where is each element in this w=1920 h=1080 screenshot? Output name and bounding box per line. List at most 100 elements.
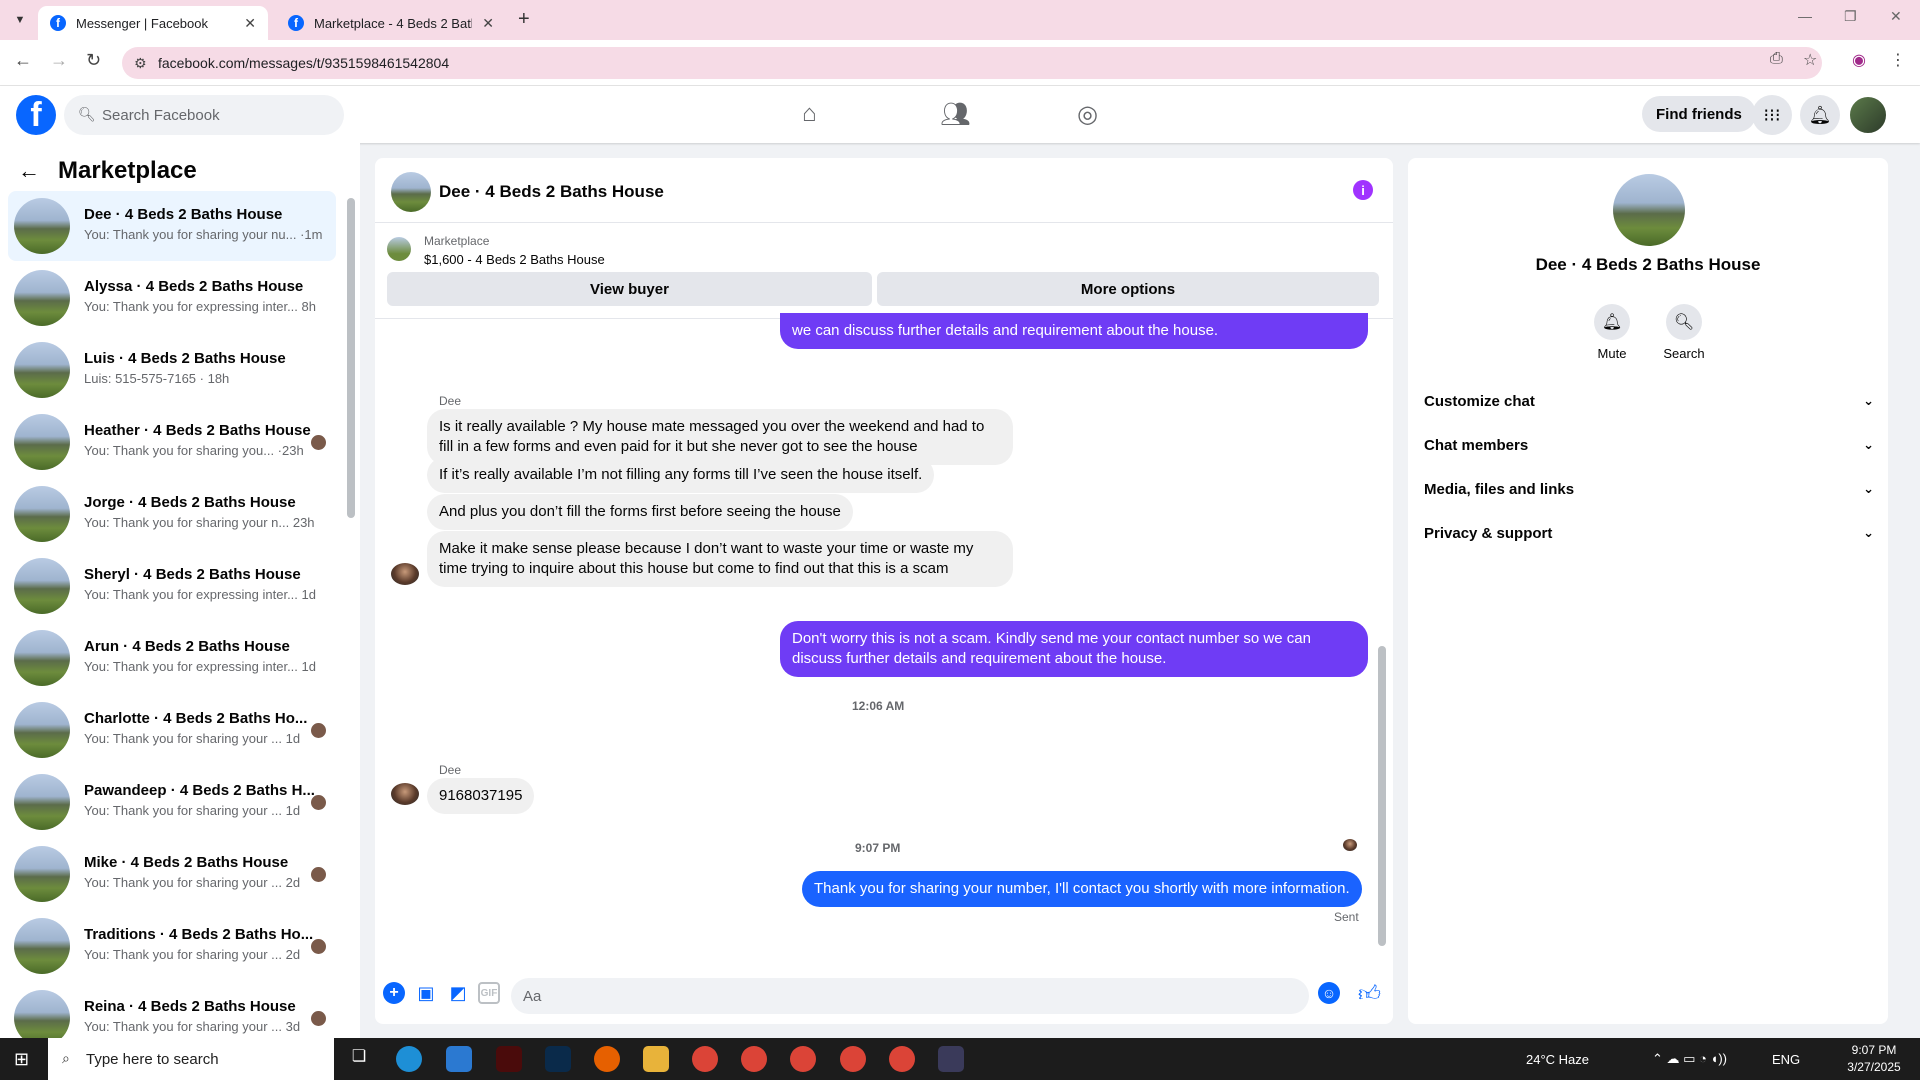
gif-icon[interactable]: GIF xyxy=(478,982,500,1004)
conversation-snippet: You: Thank you for sharing your n... 23h xyxy=(84,515,315,530)
notifications-bell-icon[interactable]: 🔔︎ xyxy=(1800,95,1840,135)
message-input[interactable]: Aa xyxy=(511,978,1309,1014)
site-settings-icon[interactable]: ⚙ xyxy=(134,55,147,72)
emoji-icon[interactable]: ☺ xyxy=(1318,982,1340,1004)
task-view-icon[interactable]: ❏ xyxy=(346,1046,372,1072)
add-attachment-icon[interactable]: + xyxy=(383,982,405,1004)
chrome-icon[interactable] xyxy=(840,1046,866,1072)
conversation-item[interactable]: Pawandeep · 4 Beds 2 Baths H... You: Than… xyxy=(8,767,336,837)
conversation-item[interactable]: Alyssa · 4 Beds 2 Baths House You: Thank … xyxy=(8,263,336,333)
search-conversation-button[interactable]: 🔍︎ Search xyxy=(1654,304,1714,361)
conversation-name: Luis · 4 Beds 2 Baths House xyxy=(84,350,286,367)
listing-avatar xyxy=(14,918,70,974)
home-icon[interactable]: ⌂ xyxy=(802,100,817,128)
menu-grid-icon[interactable]: ⁝⁝⁝ xyxy=(1752,95,1792,135)
conversation-item[interactable]: Heather · 4 Beds 2 Baths House You: Thank… xyxy=(8,407,336,477)
chrome-icon[interactable] xyxy=(692,1046,718,1072)
sender-avatar[interactable] xyxy=(391,783,419,805)
chrome-icon[interactable] xyxy=(889,1046,915,1072)
conversation-item[interactable]: Mike · 4 Beds 2 Baths House You: Thank yo… xyxy=(8,839,336,909)
restore-icon[interactable]: ❐ xyxy=(1844,8,1857,25)
conversation-item[interactable]: Dee · 4 Beds 2 Baths House You: Thank you… xyxy=(8,191,336,261)
new-tab-button[interactable]: + xyxy=(518,8,530,31)
more-options-button[interactable]: More options xyxy=(877,272,1379,306)
install-app-icon[interactable]: ⎙ xyxy=(1770,50,1783,68)
taskbar-search-input[interactable]: ⌕ Type here to search xyxy=(48,1038,334,1080)
minimize-icon[interactable]: — xyxy=(1798,8,1812,24)
tab-search-dropdown-icon[interactable]: ▼ xyxy=(8,8,32,32)
chrome-icon[interactable] xyxy=(790,1046,816,1072)
groups-icon[interactable]: ◎ xyxy=(1077,100,1098,129)
chevron-down-icon: ⌄ xyxy=(1863,525,1874,540)
profile-icon[interactable]: ◉ xyxy=(1852,50,1866,70)
window-close-icon[interactable]: ✕ xyxy=(1890,8,1902,25)
close-tab-icon[interactable]: ✕ xyxy=(482,15,494,32)
search-facebook-input[interactable]: 🔍︎ Search Facebook xyxy=(64,95,344,135)
active-app-icon[interactable] xyxy=(938,1046,964,1072)
view-buyer-button[interactable]: View buyer xyxy=(387,272,872,306)
conversation-item[interactable]: Sheryl · 4 Beds 2 Baths House You: Thank … xyxy=(8,551,336,621)
conversation-name: Charlotte · 4 Beds 2 Baths Ho... xyxy=(84,710,308,727)
facebook-logo-icon[interactable]: f xyxy=(16,95,56,135)
sender-avatar[interactable] xyxy=(391,563,419,585)
media-files-links-section[interactable]: Media, files and links ⌄ xyxy=(1424,469,1874,509)
illustrator-icon[interactable] xyxy=(496,1046,522,1072)
tab-marketplace[interactable]: f Marketplace - 4 Beds 2 Baths H ✕ xyxy=(276,6,506,40)
listing-avatar xyxy=(14,702,70,758)
privacy-support-section[interactable]: Privacy & support ⌄ xyxy=(1424,513,1874,553)
chrome-icon[interactable] xyxy=(741,1046,767,1072)
listing-thumbnail[interactable] xyxy=(387,237,411,261)
file-explorer-icon[interactable] xyxy=(643,1046,669,1072)
chat-title[interactable]: Dee · 4 Beds 2 Baths House xyxy=(439,182,664,202)
sidebar-scrollbar[interactable] xyxy=(347,198,355,518)
close-tab-icon[interactable]: ✕ xyxy=(244,15,256,32)
conversation-item[interactable]: Arun · 4 Beds 2 Baths House You: Thank yo… xyxy=(8,623,336,693)
find-friends-button[interactable]: Find friends xyxy=(1642,96,1756,132)
incoming-message: Make it make sense please because I don’… xyxy=(427,531,1013,587)
edge-icon[interactable] xyxy=(396,1046,422,1072)
conversation-item[interactable]: Jorge · 4 Beds 2 Baths House You: Thank y… xyxy=(8,479,336,549)
details-avatar[interactable] xyxy=(1613,174,1685,246)
friends-icon[interactable]: 👥︎ xyxy=(940,100,970,129)
chat-members-section[interactable]: Chat members ⌄ xyxy=(1424,425,1874,465)
language-indicator[interactable]: ENG xyxy=(1772,1038,1800,1080)
tab-messenger[interactable]: f Messenger | Facebook ✕ xyxy=(38,6,268,40)
store-icon[interactable] xyxy=(446,1046,472,1072)
participant-avatar xyxy=(311,939,326,954)
chat-scrollbar[interactable] xyxy=(1378,646,1386,946)
back-arrow-icon[interactable]: ← xyxy=(18,158,40,184)
browser-menu-icon[interactable]: ⋮ xyxy=(1890,50,1906,70)
account-avatar[interactable] xyxy=(1848,95,1888,135)
like-thumbs-up-icon[interactable]: 👍︎ xyxy=(1358,980,1381,1007)
outgoing-message: Don't worry this is not a scam. Kindly s… xyxy=(780,621,1368,677)
conversation-snippet: You: Thank you for sharing your ... 1d xyxy=(84,731,301,746)
conversation-name: Reina · 4 Beds 2 Baths House xyxy=(84,998,296,1015)
firefox-icon[interactable] xyxy=(594,1046,620,1072)
weather-widget[interactable]: 24°C Haze xyxy=(1526,1038,1589,1080)
system-tray-icons[interactable]: ⌃ ☁ ▭ ◔ ◖)) xyxy=(1652,1038,1727,1080)
chat-avatar[interactable] xyxy=(391,172,431,212)
conversation-snippet: You: Thank you for sharing your ... 1d xyxy=(84,803,301,818)
conversation-item[interactable]: Luis · 4 Beds 2 Baths House Luis: 515-575… xyxy=(8,335,336,405)
reload-icon[interactable]: ↻ xyxy=(86,50,101,71)
listing-title[interactable]: $1,600 - 4 Beds 2 Baths House xyxy=(424,252,605,267)
bookmark-star-icon[interactable]: ☆ xyxy=(1803,50,1817,70)
photoshop-icon[interactable] xyxy=(545,1046,571,1072)
photo-icon[interactable]: ▣ xyxy=(415,982,437,1004)
mute-button[interactable]: 🔔︎ Mute xyxy=(1582,304,1642,361)
sticker-icon[interactable]: ◩ xyxy=(447,982,469,1004)
url-field[interactable]: ⚙ facebook.com/messages/t/93515984615428… xyxy=(122,47,1822,79)
conversation-snippet: You: Thank you for sharing you... ·23h xyxy=(84,443,304,458)
taskbar-clock[interactable]: 9:07 PM 3/27/2025 xyxy=(1842,1042,1906,1076)
outgoing-message: we can discuss further details and requi… xyxy=(780,313,1368,349)
back-icon[interactable]: ← xyxy=(14,50,32,71)
windows-start-icon[interactable]: ⊞ xyxy=(14,1049,29,1070)
address-bar-row: ← → ↻ ⚙ facebook.com/messages/t/93515984… xyxy=(0,40,1920,86)
message-thread: we can discuss further details and requi… xyxy=(375,313,1393,958)
delivery-status: Sent xyxy=(1334,910,1359,924)
conversation-item[interactable]: Charlotte · 4 Beds 2 Baths Ho... You: Tha… xyxy=(8,695,336,765)
customize-chat-section[interactable]: Customize chat ⌄ xyxy=(1424,381,1874,421)
info-icon[interactable]: i xyxy=(1353,180,1373,200)
forward-icon[interactable]: → xyxy=(50,50,68,71)
conversation-item[interactable]: Traditions · 4 Beds 2 Baths Ho... You: Th… xyxy=(8,911,336,981)
